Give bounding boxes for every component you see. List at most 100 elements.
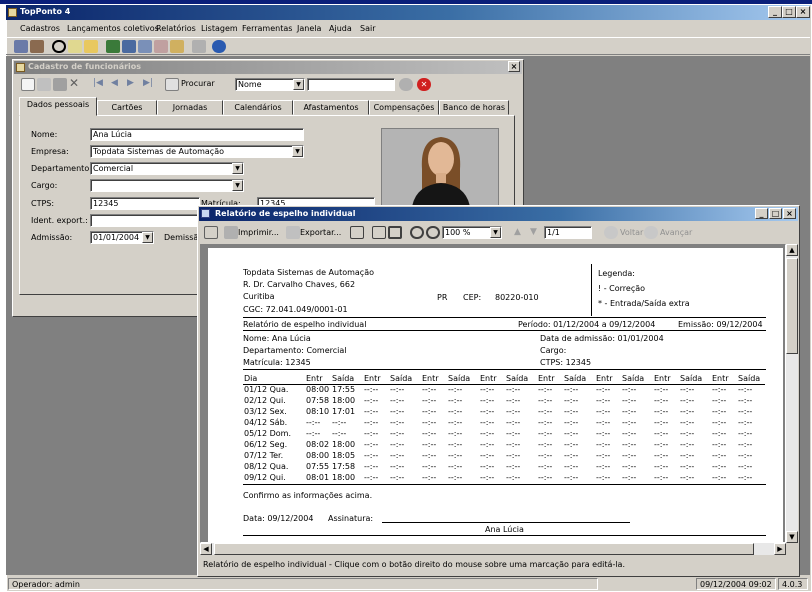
time-cell[interactable]: --:-- [737, 461, 765, 472]
time-cell[interactable]: --:-- [537, 461, 563, 472]
time-cell[interactable]: --:-- [537, 406, 563, 417]
time-cell[interactable]: --:-- [537, 450, 563, 461]
time-cell[interactable]: --:-- [679, 428, 711, 439]
search-icon[interactable] [165, 78, 179, 91]
time-cell[interactable]: --:-- [737, 428, 765, 439]
tab-cartoes[interactable]: Cartões [97, 100, 157, 115]
back-button[interactable]: Voltar [620, 228, 643, 237]
edit-icon[interactable] [37, 78, 51, 91]
time-cell[interactable]: --:-- [737, 406, 765, 417]
menu-janela[interactable]: Janela [297, 24, 321, 33]
export-button[interactable]: Exportar... [300, 228, 341, 237]
time-cell[interactable]: --:-- [563, 461, 595, 472]
time-cell[interactable]: --:-- [737, 395, 765, 406]
forward-button[interactable]: Avançar [660, 228, 692, 237]
time-cell[interactable]: --:-- [679, 417, 711, 428]
last-record-icon[interactable]: ▶| [143, 78, 157, 91]
time-cell[interactable]: --:-- [711, 417, 737, 428]
time-cell[interactable]: --:-- [363, 461, 389, 472]
time-cell[interactable]: --:-- [331, 417, 363, 428]
time-cell[interactable]: --:-- [595, 472, 621, 483]
folder-icon[interactable] [84, 40, 98, 53]
time-cell[interactable]: --:-- [595, 417, 621, 428]
restore-button[interactable]: □ [782, 6, 796, 18]
time-cell[interactable]: --:-- [363, 384, 389, 395]
time-cell[interactable]: --:-- [621, 439, 653, 450]
time-cell[interactable]: --:-- [563, 406, 595, 417]
time-cell[interactable]: --:-- [479, 384, 505, 395]
cancel-search-icon[interactable]: ✕ [417, 78, 431, 91]
time-cell[interactable]: --:-- [505, 428, 537, 439]
time-cell[interactable]: --:-- [505, 472, 537, 483]
chevron-down-icon[interactable]: ▼ [293, 79, 304, 90]
print-button[interactable]: Imprimir... [238, 228, 279, 237]
time-cell[interactable]: --:-- [621, 406, 653, 417]
time-cell[interactable]: --:-- [447, 461, 479, 472]
time-cell[interactable]: --:-- [679, 384, 711, 395]
menu-lancamentos[interactable]: Lançamentos coletivos [67, 24, 159, 33]
time-cell[interactable]: 18:05 [331, 450, 363, 461]
time-cell[interactable]: --:-- [505, 384, 537, 395]
forward-icon[interactable] [644, 226, 658, 239]
time-cell[interactable]: --:-- [479, 472, 505, 483]
time-cell[interactable]: --:-- [653, 428, 679, 439]
chevron-down-icon[interactable]: ▼ [292, 146, 303, 157]
time-cell[interactable]: --:-- [653, 439, 679, 450]
time-cell[interactable]: --:-- [305, 428, 331, 439]
report-viewport[interactable]: Topdata Sistemas de Automação R. Dr. Car… [200, 244, 786, 543]
menu-ferramentas[interactable]: Ferramentas [242, 24, 292, 33]
time-cell[interactable]: --:-- [563, 450, 595, 461]
menu-sair[interactable]: Sair [360, 24, 376, 33]
time-cell[interactable]: 07:55 [305, 461, 331, 472]
time-cell[interactable]: --:-- [389, 439, 421, 450]
vertical-scrollbar[interactable]: ▲ ▼ [786, 244, 798, 543]
search-field-select[interactable]: Nome ▼ [235, 78, 305, 91]
time-cell[interactable]: --:-- [653, 395, 679, 406]
scroll-down-icon[interactable]: ▼ [786, 531, 798, 543]
procurar-label[interactable]: Procurar [181, 79, 215, 88]
time-cell[interactable]: --:-- [363, 406, 389, 417]
time-cell[interactable]: 17:01 [331, 406, 363, 417]
time-cell[interactable]: --:-- [537, 428, 563, 439]
table-row[interactable]: 01/12 Qua. 08:00 17:55 --:-- --:-- --:-- --:--… [243, 384, 765, 395]
time-cell[interactable]: --:-- [595, 395, 621, 406]
time-cell[interactable]: --:-- [447, 439, 479, 450]
time-cell[interactable]: --:-- [537, 417, 563, 428]
time-cell[interactable]: --:-- [421, 406, 447, 417]
time-cell[interactable]: --:-- [737, 450, 765, 461]
printer-icon[interactable] [224, 226, 238, 239]
report-close-button[interactable]: × [783, 208, 796, 219]
time-cell[interactable]: --:-- [421, 395, 447, 406]
clock-icon[interactable] [52, 40, 66, 53]
time-cell[interactable]: --:-- [563, 439, 595, 450]
tab-calendarios[interactable]: Calendários [223, 100, 293, 115]
time-cell[interactable]: --:-- [389, 461, 421, 472]
chevron-down-icon[interactable]: ▼ [142, 232, 153, 243]
table-row[interactable]: 07/12 Ter. 08:00 18:05 --:-- --:-- --:-- --:--… [243, 450, 765, 461]
search-input[interactable] [307, 78, 395, 91]
table-row[interactable]: 04/12 Sáb. --:-- --:-- --:-- --:-- --:-- --:--… [243, 417, 765, 428]
time-cell[interactable]: --:-- [479, 450, 505, 461]
zoom-out-icon[interactable] [410, 226, 424, 239]
prev-record-icon[interactable]: ◀ [111, 78, 125, 91]
time-cell[interactable]: --:-- [621, 395, 653, 406]
time-cell[interactable]: --:-- [447, 406, 479, 417]
users-icon[interactable] [30, 40, 44, 53]
ident-field[interactable] [90, 214, 200, 227]
minimize-button[interactable]: _ [768, 6, 782, 18]
admissao-date-field[interactable]: 01/01/2004 ▼ [90, 231, 154, 244]
time-cell[interactable]: --:-- [421, 461, 447, 472]
time-cell[interactable]: --:-- [505, 406, 537, 417]
time-cell[interactable]: --:-- [389, 450, 421, 461]
time-cell[interactable]: --:-- [537, 439, 563, 450]
nome-field[interactable]: Ana Lúcia [90, 128, 304, 141]
time-cell[interactable]: --:-- [595, 428, 621, 439]
next-record-icon[interactable]: ▶ [127, 78, 141, 91]
time-cell[interactable]: --:-- [653, 406, 679, 417]
ctps-field[interactable]: 12345 [90, 197, 200, 210]
time-cell[interactable]: --:-- [595, 384, 621, 395]
time-cell[interactable]: --:-- [505, 439, 537, 450]
scroll-right-icon[interactable]: ▶ [774, 543, 786, 555]
page-field[interactable]: 1/1 [544, 226, 592, 239]
time-cell[interactable]: --:-- [479, 428, 505, 439]
